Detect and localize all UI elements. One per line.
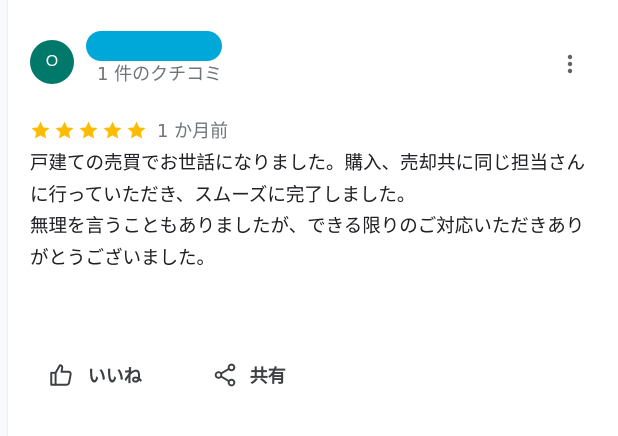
more-options-button[interactable]	[556, 52, 584, 80]
card-left-divider	[0, 0, 8, 436]
share-button[interactable]: 共有	[212, 360, 286, 390]
share-icon	[212, 362, 238, 388]
rating-row: 1 か月前	[30, 117, 228, 143]
thumbs-up-icon	[48, 362, 74, 388]
reviewer-name-redacted[interactable]	[86, 31, 222, 61]
review-date: 1 か月前	[157, 121, 229, 142]
reviewer-review-count[interactable]: 1 件のクチコミ	[97, 63, 222, 87]
star-rating	[30, 120, 147, 141]
share-label: 共有	[250, 366, 286, 387]
review-card: O 1 件のクチコミ 1 か月前 戸建ての売買でお世話になりました。購入、売却共…	[0, 0, 618, 436]
like-label: いいね	[88, 366, 142, 387]
star-icon	[102, 120, 123, 141]
star-icon	[126, 120, 147, 141]
star-icon	[54, 120, 75, 141]
star-icon	[78, 120, 99, 141]
star-icon	[30, 120, 51, 141]
like-button[interactable]: いいね	[48, 360, 142, 390]
avatar[interactable]: O	[30, 40, 74, 84]
review-text: 戸建ての売買でお世話になりました。購入、売却共に同じ担当さんに行っていただき、ス…	[30, 153, 586, 269]
more-vert-icon	[567, 54, 573, 78]
